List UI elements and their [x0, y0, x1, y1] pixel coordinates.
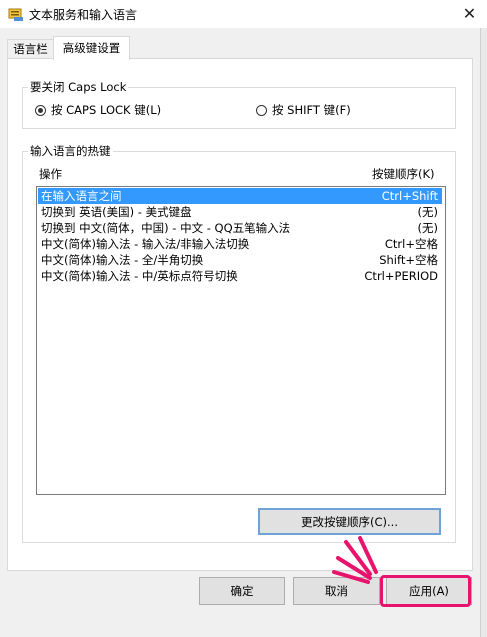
- hotkey-list[interactable]: 在输入语言之间 Ctrl+Shift 切换到 英语(美国) - 美式键盘 (无)…: [36, 186, 446, 495]
- change-key-sequence-button[interactable]: 更改按键顺序(C)...: [258, 508, 441, 535]
- caps-lock-group-legend: 要关闭 Caps Lock: [28, 79, 129, 95]
- shift-radio[interactable]: [256, 105, 267, 116]
- hotkey-row[interactable]: 切换到 中文(简体，中国) - 中文 - QQ五笔输入法 (无): [38, 220, 442, 236]
- background-window-edge: [480, 28, 487, 637]
- hotkey-keys: Ctrl+Shift: [381, 189, 438, 203]
- keyboard-language-icon: [8, 8, 23, 21]
- burst-marker-icon: [332, 536, 378, 584]
- window-title: 文本服务和输入语言: [29, 8, 138, 22]
- shift-radio-label[interactable]: 按 SHIFT 键(F): [272, 102, 351, 118]
- hotkey-keys: (无): [417, 205, 438, 219]
- hotkey-action: 中文(简体)输入法 - 全/半角切换: [41, 253, 204, 267]
- caps-lock-radio[interactable]: [35, 105, 46, 116]
- hotkey-action: 中文(简体)输入法 - 输入法/非输入法切换: [41, 237, 250, 251]
- hotkey-action: 中文(简体)输入法 - 中/英标点符号切换: [41, 269, 238, 283]
- hotkey-action: 切换到 中文(简体，中国) - 中文 - QQ五笔输入法: [41, 221, 291, 235]
- column-header-action: 操作: [39, 167, 62, 181]
- hotkey-keys: (无): [417, 221, 438, 235]
- hotkey-row[interactable]: 中文(简体)输入法 - 输入法/非输入法切换 Ctrl+空格: [38, 236, 442, 252]
- column-header-key-sequence: 按键顺序(K): [372, 167, 435, 181]
- hotkey-keys: Ctrl+PERIOD: [364, 269, 438, 283]
- hotkey-group-legend: 输入语言的热键: [28, 143, 113, 159]
- ok-button[interactable]: 确定: [199, 577, 285, 605]
- hotkey-row[interactable]: 中文(简体)输入法 - 中/英标点符号切换 Ctrl+PERIOD: [38, 268, 442, 284]
- hotkey-row[interactable]: 切换到 英语(美国) - 美式键盘 (无): [38, 204, 442, 220]
- hotkey-row[interactable]: 在输入语言之间 Ctrl+Shift: [38, 188, 442, 204]
- hotkey-action: 在输入语言之间: [41, 189, 122, 203]
- tab-language-bar[interactable]: 语言栏: [7, 39, 54, 59]
- hotkey-keys: Shift+空格: [379, 253, 438, 267]
- hotkey-keys: Ctrl+空格: [384, 237, 438, 251]
- apply-highlight-box: [380, 575, 471, 607]
- caps-lock-radio-label[interactable]: 按 CAPS LOCK 键(L): [51, 102, 161, 118]
- tab-advanced-key-settings[interactable]: 高级键设置: [53, 36, 130, 60]
- hotkey-action: 切换到 英语(美国) - 美式键盘: [41, 205, 192, 219]
- hotkey-row[interactable]: 中文(简体)输入法 - 全/半角切换 Shift+空格: [38, 252, 442, 268]
- close-icon[interactable]: ✕: [452, 0, 487, 28]
